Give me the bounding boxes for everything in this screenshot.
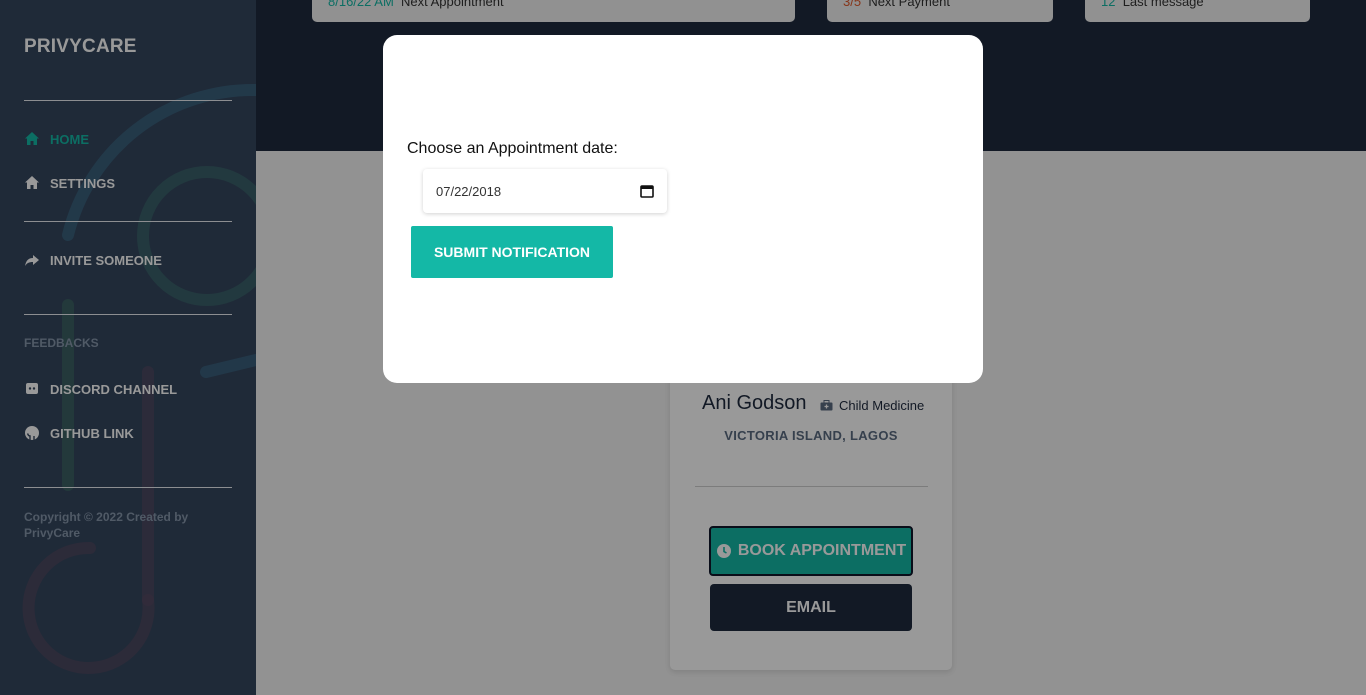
submit-notification-button[interactable]: SUBMIT NOTIFICATION (411, 226, 613, 278)
calendar-icon[interactable] (640, 184, 654, 198)
date-value: 07/22/2018 (436, 183, 502, 199)
appointment-modal: Choose an Appointment date: 07/22/2018 S… (383, 35, 983, 383)
appointment-date-input[interactable]: 07/22/2018 (423, 169, 667, 213)
date-field-label: Choose an Appointment date: (407, 140, 618, 157)
